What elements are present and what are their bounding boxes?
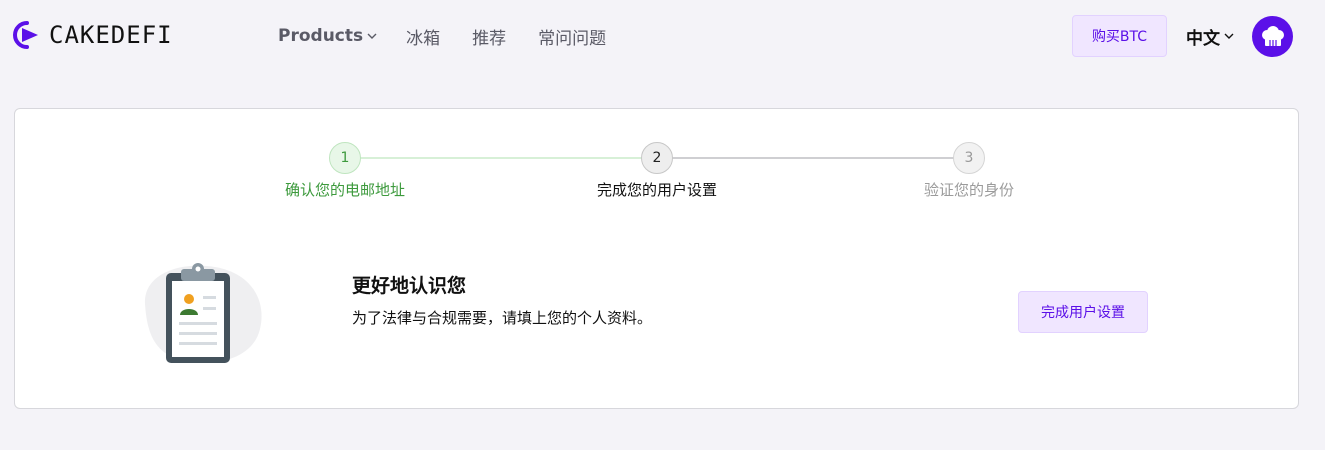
nav-fridge[interactable]: 冰箱 <box>406 24 440 49</box>
chevron-down-icon <box>367 33 377 39</box>
step-connector-completed <box>359 157 671 159</box>
clipboard-profile-icon <box>144 263 262 363</box>
logo-text-cake: CAKE <box>49 21 111 49</box>
step-3-label: 验证您的身份 <box>923 181 1015 199</box>
step-connector-pending <box>671 157 983 159</box>
logo-text-defi: DEFI <box>110 21 173 49</box>
info-description: 为了法律与合规需要，请填上您的个人资料。 <box>352 309 653 327</box>
avatar[interactable] <box>1252 16 1293 57</box>
onboarding-card: 1 2 3 确认您的电邮地址 完成您的用户设置 验证您的身份 更好地认识您 为了… <box>14 108 1299 409</box>
step-1-circle: 1 <box>329 142 361 174</box>
main-nav: Products 冰箱 推荐 常问问题 <box>278 24 638 49</box>
complete-user-setup-button[interactable]: 完成用户设置 <box>1018 291 1148 333</box>
play-logo-icon <box>13 21 38 49</box>
language-label: 中文 <box>1186 28 1220 49</box>
step-2-label: 完成您的用户设置 <box>596 181 718 199</box>
nav-referral[interactable]: 推荐 <box>472 24 506 49</box>
logo-text: CAKE DEFI <box>49 20 173 50</box>
buy-btc-button[interactable]: 购买BTC <box>1072 15 1167 57</box>
language-selector[interactable]: 中文 <box>1186 24 1235 49</box>
progress-stepper: 1 2 3 确认您的电邮地址 完成您的用户设置 验证您的身份 <box>15 109 1298 219</box>
chef-hat-icon <box>1261 25 1284 46</box>
chevron-down-icon <box>1224 33 1234 39</box>
step-1-label: 确认您的电邮地址 <box>284 181 406 199</box>
info-title: 更好地认识您 <box>352 275 467 297</box>
step-2-circle: 2 <box>641 142 673 174</box>
nav-products[interactable]: Products <box>278 26 378 46</box>
nav-products-label: Products <box>278 26 364 46</box>
top-navbar: CAKE DEFI Products 冰箱 推荐 常问问题 购买BTC 中文 <box>0 0 1325 72</box>
step-3-circle: 3 <box>953 142 985 174</box>
nav-faq[interactable]: 常问问题 <box>538 24 606 49</box>
cakedefi-logo[interactable]: CAKE DEFI <box>11 20 173 50</box>
